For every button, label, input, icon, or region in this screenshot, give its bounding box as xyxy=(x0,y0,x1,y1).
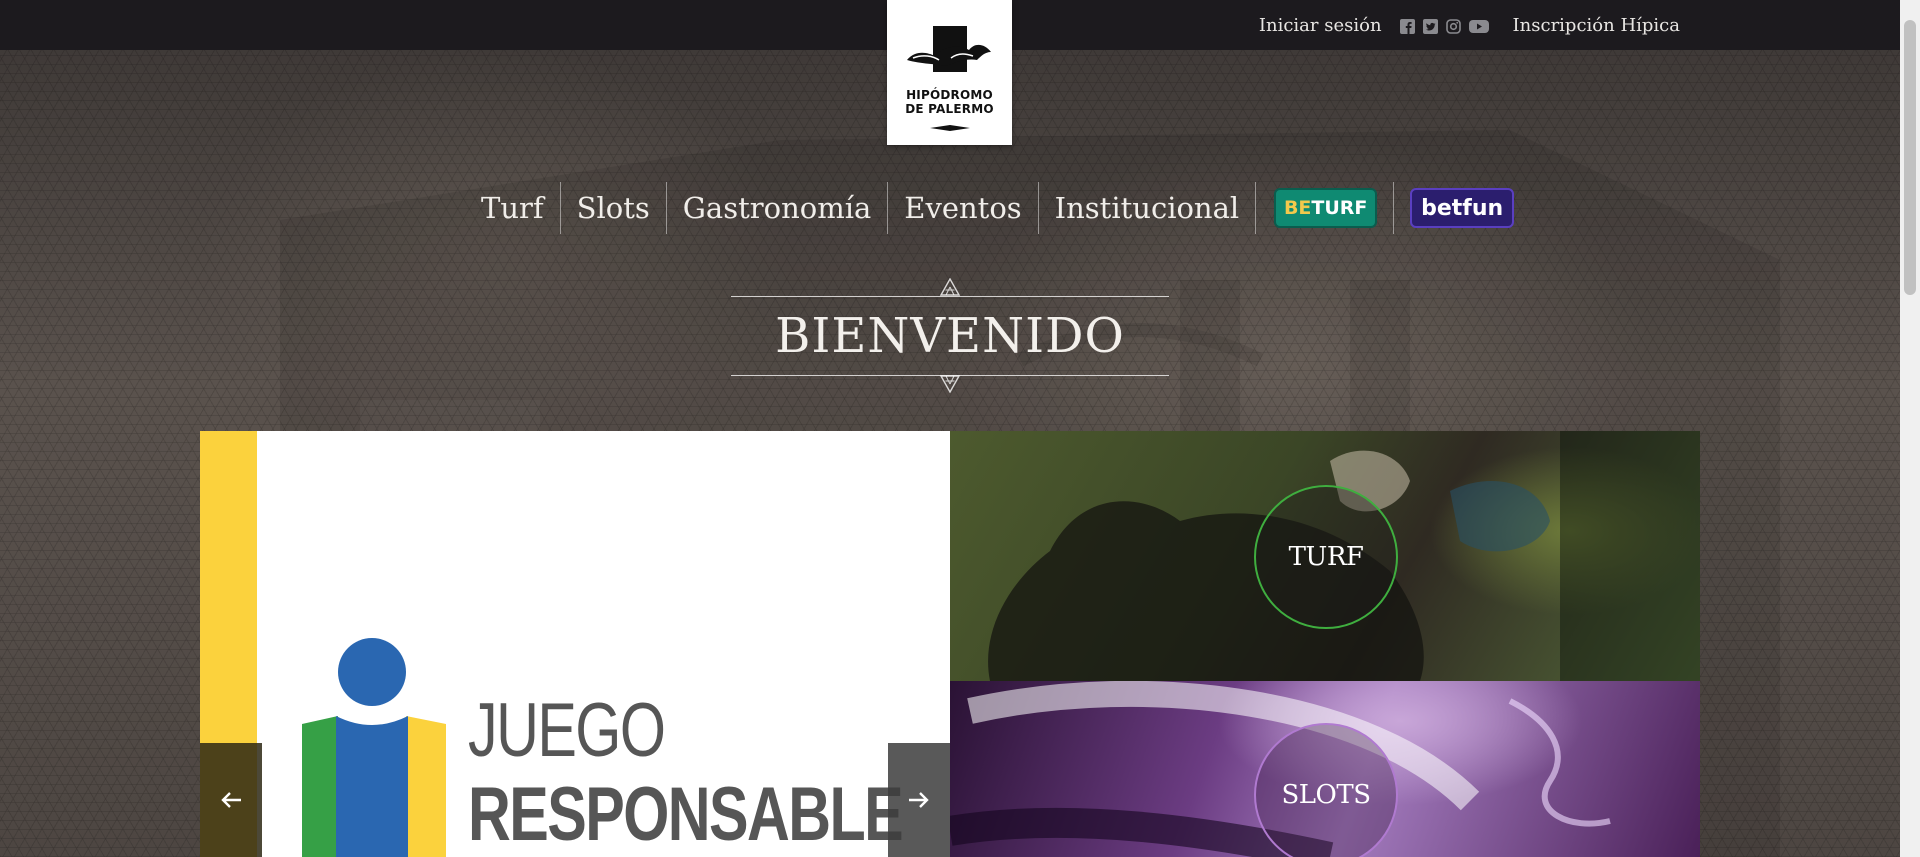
youtube-icon[interactable] xyxy=(1468,18,1489,33)
welcome-heading: BIENVENIDO xyxy=(731,278,1169,393)
nav-item-gastronomia[interactable]: Gastronomía xyxy=(667,182,889,234)
slider-next-button[interactable] xyxy=(888,743,950,857)
site-logo[interactable]: HIPÓDROMO DE PALERMO xyxy=(887,0,1012,145)
slide-line-2: RESPONSABLE xyxy=(468,772,904,857)
turf-label: TURF xyxy=(1288,542,1364,572)
nav-item-institucional[interactable]: Institucional xyxy=(1039,182,1257,234)
slider-prev-button[interactable] xyxy=(200,743,262,857)
hero-slider: JUEGO RESPONSABLE xyxy=(200,431,950,857)
turf-tile[interactable]: TURF xyxy=(950,431,1700,681)
instagram-icon[interactable] xyxy=(1445,18,1461,34)
beturf-turf-text: TURF xyxy=(1311,197,1368,219)
triangle-ornament-icon xyxy=(940,375,960,393)
top-links: Iniciar sesión Inscripción Hípica xyxy=(1259,0,1680,50)
twitter-icon[interactable] xyxy=(1422,18,1438,34)
logo-line-2: DE PALERMO xyxy=(905,102,994,116)
horse-logo-icon xyxy=(906,26,991,72)
social-links xyxy=(1399,18,1489,34)
page-scrollbar[interactable] xyxy=(1900,0,1920,857)
logo-line-1: HIPÓDROMO xyxy=(906,88,993,102)
welcome-title: BIENVENIDO xyxy=(775,308,1125,364)
login-link[interactable]: Iniciar sesión xyxy=(1259,15,1382,36)
beturf-button[interactable]: BE TURF xyxy=(1274,188,1378,228)
reading-person-icon xyxy=(302,638,446,857)
betfun-button[interactable]: betfun xyxy=(1410,188,1515,228)
logo-underline-icon xyxy=(929,125,970,131)
nav-item-turf[interactable]: Turf xyxy=(465,182,561,234)
slots-label: SLOTS xyxy=(1281,780,1371,810)
welcome-top-line xyxy=(731,296,1169,297)
main-nav: Turf Slots Gastronomía Eventos Instituci… xyxy=(465,182,1515,234)
nav-item-eventos[interactable]: Eventos xyxy=(888,182,1039,234)
scrollbar-thumb[interactable] xyxy=(1904,20,1916,295)
turf-circle: TURF xyxy=(1254,485,1398,629)
beturf-be-text: BE xyxy=(1283,197,1312,219)
facebook-icon[interactable] xyxy=(1399,18,1415,34)
slots-circle: SLOTS xyxy=(1254,723,1398,857)
triangle-ornament-icon xyxy=(940,278,960,296)
slide-line-1: JUEGO xyxy=(468,688,666,773)
arrow-left-icon xyxy=(221,792,241,808)
logo-text: HIPÓDROMO DE PALERMO xyxy=(887,88,1012,116)
slots-tile[interactable]: SLOTS xyxy=(950,681,1700,857)
nav-item-slots[interactable]: Slots xyxy=(561,182,667,234)
registration-link[interactable]: Inscripción Hípica xyxy=(1513,15,1680,36)
nav-divider xyxy=(1393,182,1395,234)
arrow-right-icon xyxy=(909,792,929,808)
responsible-gaming-text: JUEGO RESPONSABLE xyxy=(468,693,950,853)
